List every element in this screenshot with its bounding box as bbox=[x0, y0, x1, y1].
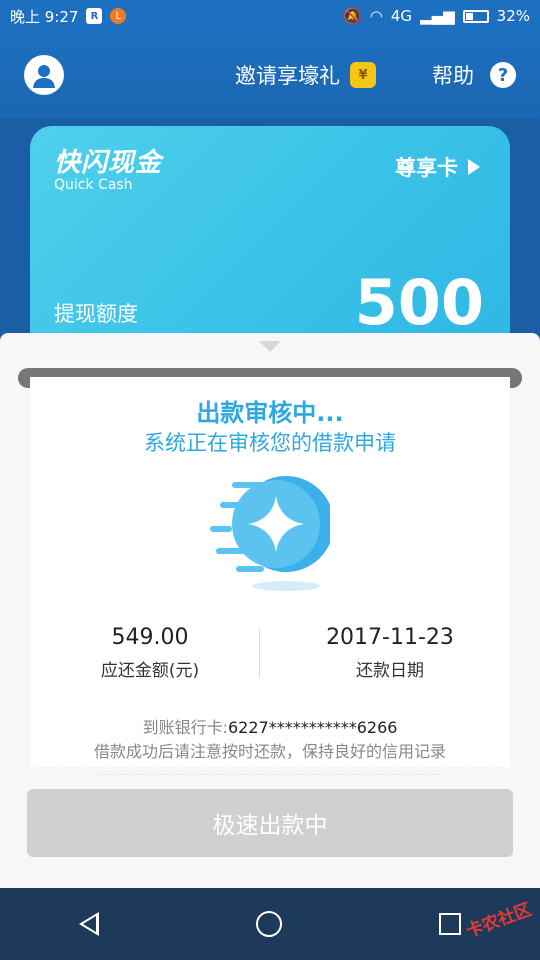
mute-icon: 🔕 bbox=[343, 7, 362, 25]
battery-level: 32% bbox=[496, 7, 530, 25]
bank-card-number: 6227***********6266 bbox=[227, 718, 398, 737]
repay-date-value: 2017-11-23 bbox=[326, 625, 454, 650]
brand-english-name: Quick Cash bbox=[54, 177, 133, 193]
vip-card-label: 尊享卡 bbox=[395, 156, 458, 180]
repay-amount-value: 549.00 bbox=[111, 625, 189, 650]
repay-date: 2017-11-23 还款日期 bbox=[270, 625, 510, 685]
help-icon[interactable]: ? bbox=[490, 62, 516, 88]
play-arrow-icon bbox=[468, 159, 480, 175]
brand-logo: 快闪现金 Quick Cash bbox=[54, 142, 162, 193]
limit-value: 500 bbox=[354, 266, 484, 339]
repay-date-label: 还款日期 bbox=[356, 661, 424, 681]
app-header: 邀请享壕礼 ¥ 帮助 ? bbox=[0, 32, 540, 118]
brand-name: 快闪现金 bbox=[54, 148, 163, 178]
home-icon[interactable] bbox=[255, 911, 282, 937]
status-panel: 出款审核中... 系统正在审核您的借款申请 549.00 应还金额(元) 201… bbox=[0, 333, 540, 888]
signal-icon: ▂▄▆ bbox=[420, 7, 455, 25]
system-nav-bar bbox=[0, 888, 540, 960]
speeding-coin-illustration bbox=[210, 476, 334, 591]
money-bag-icon[interactable]: ¥ bbox=[350, 62, 376, 88]
repayment-summary: 549.00 应还金额(元) 2017-11-23 还款日期 bbox=[30, 625, 510, 685]
bank-card-info: 到账银行卡:6227***********6266 bbox=[0, 714, 540, 738]
status-bar: 晚上 9:27 R L 🔕 ◠ 4G ▂▄▆ 32% bbox=[0, 0, 540, 32]
wifi-icon: ◠ bbox=[369, 7, 383, 25]
credit-card[interactable]: 快闪现金 Quick Cash 尊享卡 提现额度 500 bbox=[30, 126, 510, 356]
repayment-tip: 借款成功后请注意按时还款，保持良好的信用记录 bbox=[93, 742, 446, 761]
speeding-coin-icon bbox=[210, 468, 334, 593]
limit-label: 提现额度 bbox=[54, 302, 138, 326]
battery-icon bbox=[462, 9, 489, 23]
summary-divider bbox=[259, 628, 260, 678]
invite-link[interactable]: 邀请享壕礼 bbox=[235, 60, 340, 90]
dashed-divider bbox=[100, 774, 440, 775]
user-avatar-icon[interactable] bbox=[24, 55, 64, 95]
network-label: 4G bbox=[390, 7, 413, 25]
fast-disburse-button[interactable]: 极速出款中 bbox=[27, 789, 513, 857]
vip-card-link[interactable]: 尊享卡 bbox=[395, 152, 480, 182]
recent-apps-icon[interactable] bbox=[439, 913, 462, 935]
repay-amount-label: 应还金额(元) bbox=[100, 661, 200, 681]
user-silhouette-icon bbox=[33, 65, 55, 88]
bank-card-label: 到账银行卡: bbox=[142, 718, 228, 737]
review-status-subtitle: 系统正在审核您的借款申请 bbox=[144, 431, 396, 455]
app-notification-icon: R bbox=[86, 8, 103, 24]
notification-dot-icon: L bbox=[110, 8, 127, 24]
collapse-arrow-icon[interactable] bbox=[259, 341, 281, 352]
status-time: 晚上 9:27 bbox=[10, 7, 79, 26]
back-icon[interactable] bbox=[78, 912, 99, 936]
repay-amount: 549.00 应还金额(元) bbox=[30, 625, 270, 685]
review-status-title: 出款审核中... bbox=[196, 399, 344, 427]
help-link[interactable]: 帮助 bbox=[432, 60, 474, 90]
